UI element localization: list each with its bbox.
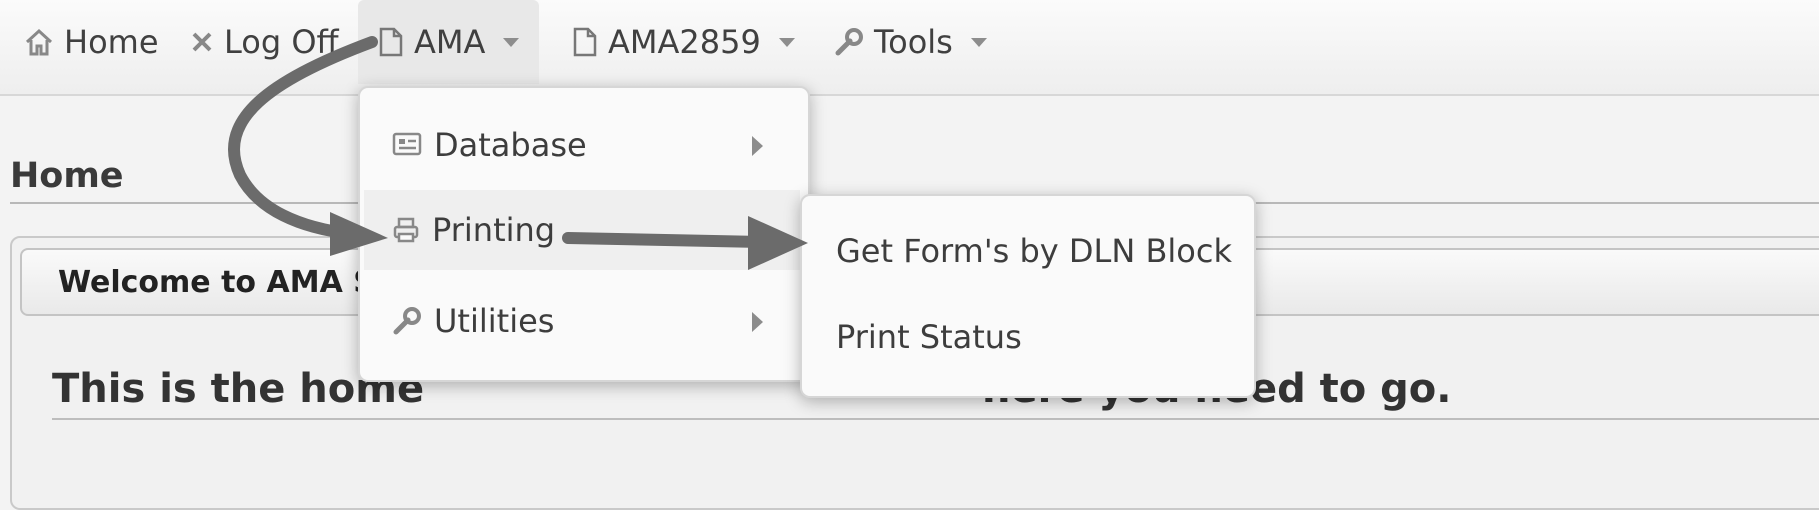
close-icon <box>192 32 212 52</box>
menu-ama2859[interactable]: AMA2859 <box>572 0 795 84</box>
menu-item-database-label: Database <box>434 126 587 164</box>
top-menubar: Home Log Off AMA AMA2859 Tools <box>0 0 1819 96</box>
wrench-icon <box>835 28 863 56</box>
chevron-right-icon <box>752 312 763 332</box>
chevron-right-icon <box>752 136 763 156</box>
menu-ama-label: AMA <box>414 23 486 61</box>
menu-item-printing[interactable]: Printing <box>364 190 800 270</box>
menu-home[interactable]: Home <box>24 0 159 84</box>
menu-item-get-forms-by-dln-block[interactable]: Get Form's by DLN Block <box>836 232 1232 270</box>
chevron-down-icon <box>778 37 795 47</box>
printer-icon <box>393 217 419 243</box>
menu-ama[interactable]: AMA <box>358 0 540 84</box>
menu-ama2859-label: AMA2859 <box>608 23 761 61</box>
printing-submenu: Get Form's by DLN Block Print Status <box>800 194 1256 398</box>
menu-log-off-label: Log Off <box>224 23 339 61</box>
ama-dropdown-menu: Database Printing Utilities <box>358 86 810 382</box>
chevron-down-icon <box>970 37 987 47</box>
panel-header-title: Welcome to AMA S <box>58 264 375 300</box>
menu-tools-label: Tools <box>874 23 953 61</box>
chevron-down-icon <box>503 37 520 47</box>
menu-item-database[interactable]: Database <box>392 126 587 164</box>
menu-item-print-status[interactable]: Print Status <box>836 318 1022 356</box>
menu-item-printing-label: Printing <box>432 211 556 249</box>
wrench-icon <box>393 307 421 335</box>
menu-log-off[interactable]: Log Off <box>190 0 339 84</box>
home-icon <box>25 28 53 56</box>
menu-item-utilities[interactable]: Utilities <box>392 302 554 340</box>
database-icon <box>392 132 422 156</box>
menu-item-utilities-label: Utilities <box>434 302 555 340</box>
document-icon <box>573 27 597 57</box>
document-icon <box>379 27 403 57</box>
menu-tools[interactable]: Tools <box>834 0 987 84</box>
menu-home-label: Home <box>64 23 159 61</box>
